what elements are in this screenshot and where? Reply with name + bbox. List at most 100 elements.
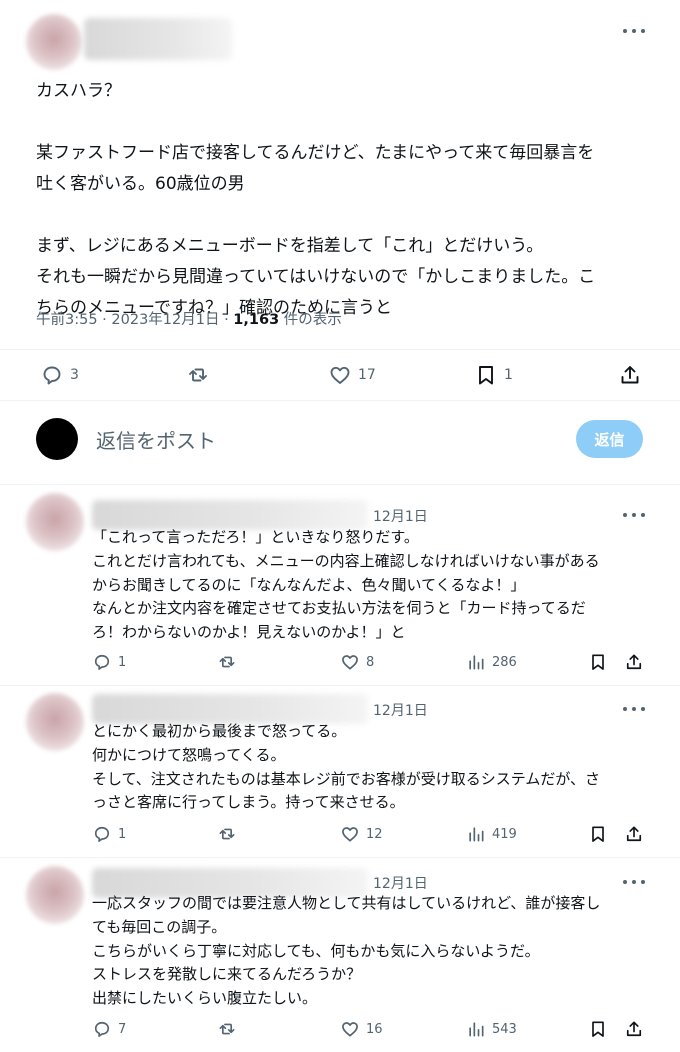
share-icon (626, 826, 642, 842)
comment-date[interactable]: 12月1日 (373, 873, 428, 893)
post-line: 吐く客がいる。60歳位の男 (36, 174, 245, 194)
views-button[interactable]: 286 (466, 652, 517, 672)
reply-count: 7 (118, 1021, 127, 1037)
more-dots-icon[interactable] (623, 511, 645, 519)
post-line (36, 107, 646, 138)
like-count: 8 (366, 654, 375, 670)
comment-line: そして、注文されたものは基本レジ前でお客様が受け取るシステムだが、さ (92, 769, 601, 788)
comment-text: 一応スタッフの間では要注意人物として共有はしているけれど、誰が接客し ても毎回こ… (92, 892, 652, 1011)
like-count: 17 (358, 367, 376, 383)
comment-line: 何かにつけて怒鳴ってくる。 (92, 745, 286, 764)
current-user-avatar[interactable] (36, 418, 78, 460)
reply-button[interactable]: 1 (92, 652, 126, 672)
share-icon (626, 1021, 642, 1037)
reply-bubble-icon (43, 366, 61, 385)
bookmark-button[interactable]: 1 (474, 363, 513, 387)
comment-line: 出禁にしたいくらい腹立たしい。 (92, 989, 318, 1008)
reply-submit-button[interactable]: 返信 (576, 420, 643, 458)
like-button[interactable]: 8 (340, 652, 374, 672)
repost-button[interactable] (217, 824, 237, 844)
repost-icon (219, 1023, 235, 1035)
post-line (36, 200, 646, 231)
comment-line: からお聞きしてるのに「なんなんだよ、色々聞いてくるなよ！」 (92, 575, 526, 594)
bookmark-count: 1 (504, 367, 513, 383)
more-dots-icon[interactable] (623, 705, 645, 713)
comment-date[interactable]: 12月1日 (373, 700, 428, 720)
comment-line: ても毎回この調子。 (92, 917, 227, 936)
post-meta: 午前3:55 · 2023年12月1日 · 1,163 件の表示 (36, 308, 342, 329)
post-text: カスハラ？ 某ファストフード店で接客してるんだけど、たまにやって来て毎回暴言を … (36, 76, 646, 324)
comment-line: っさと客席に行ってしまう。持って来させる。 (92, 793, 405, 812)
view-count: 419 (492, 826, 517, 842)
view-count: 543 (492, 1021, 517, 1037)
reply-bubble-icon (94, 1021, 110, 1037)
comment-avatar[interactable] (26, 493, 84, 551)
more-dots-icon[interactable] (623, 27, 645, 35)
comment-text: とにかく最初から最後まで怒ってる。 何かにつけて怒鳴ってくる。 そして、注文され… (92, 720, 652, 815)
heart-icon (330, 366, 350, 384)
reply-bubble-icon (94, 654, 110, 670)
view-count: 1,163 (233, 312, 280, 328)
comment-line: ろ！わからないのかよ！見えないのかよ！」と (92, 623, 406, 642)
bookmark-button[interactable] (588, 652, 608, 672)
reply-button[interactable]: 7 (92, 1019, 126, 1039)
repost-icon (219, 656, 235, 668)
bookmark-button[interactable] (588, 824, 608, 844)
share-button[interactable] (624, 652, 644, 672)
divider (0, 685, 680, 686)
view-count-suffix: 件の表示 (279, 312, 342, 328)
repost-button[interactable] (217, 1019, 237, 1039)
bookmark-button[interactable] (588, 1019, 608, 1039)
repost-button[interactable] (217, 652, 237, 672)
repost-icon (189, 368, 207, 382)
repost-button[interactable] (186, 363, 210, 387)
reply-button[interactable]: 3 (40, 363, 79, 387)
comment-date[interactable]: 12月1日 (373, 506, 428, 526)
divider (0, 484, 680, 485)
bookmark-icon (592, 654, 604, 670)
share-button[interactable] (624, 824, 644, 844)
reply-bubble-icon (94, 826, 110, 842)
comment-line: なんとか注文内容を確定させてお支払い方法を伺うと「カード持ってるだ (92, 599, 586, 618)
divider (0, 349, 680, 350)
divider (0, 400, 680, 401)
divider (0, 857, 680, 858)
more-dots-icon[interactable] (623, 878, 645, 886)
author-avatar[interactable] (26, 14, 82, 70)
comment-line: こちらがいくら丁寧に対応しても、何もかも気に入らないようだ。 (92, 941, 540, 960)
views-chart-icon (469, 827, 484, 842)
comment-line: ストレスを発散しに来てるんだろうか？ (92, 965, 362, 984)
post-timestamp[interactable]: 午前3:55 · 2023年12月1日 · (36, 312, 233, 328)
views-chart-icon (469, 655, 484, 670)
comment-avatar[interactable] (26, 693, 84, 751)
heart-icon (342, 827, 358, 842)
repost-icon (219, 828, 235, 840)
like-button[interactable]: 17 (328, 363, 376, 387)
comment-avatar[interactable] (26, 866, 84, 924)
comment-line: 「これって言っただろ！」といきなり怒りだす。 (92, 528, 419, 546)
like-count: 12 (366, 826, 383, 842)
bookmark-icon (592, 1021, 604, 1037)
like-button[interactable]: 12 (340, 824, 383, 844)
reply-button[interactable]: 1 (92, 824, 126, 844)
share-icon (626, 654, 642, 670)
post-line: カスハラ？ (36, 81, 121, 101)
views-button[interactable]: 543 (466, 1019, 517, 1039)
share-button[interactable] (618, 363, 642, 387)
comment-line: とにかく最初から最後まで怒ってる。 (92, 722, 347, 740)
heart-icon (342, 655, 358, 670)
heart-icon (342, 1022, 358, 1037)
post-line: それも一瞬だから見間違っていてはいけないので「かしこまりました。こ (36, 267, 596, 287)
author-name[interactable] (84, 18, 232, 60)
reply-input[interactable]: 返信をポスト (96, 425, 216, 454)
share-button[interactable] (624, 1019, 644, 1039)
reply-count: 1 (118, 654, 127, 670)
bookmark-icon (592, 826, 604, 842)
share-icon (621, 366, 639, 384)
view-count: 286 (492, 654, 517, 670)
like-button[interactable]: 16 (340, 1019, 383, 1039)
views-button[interactable]: 419 (466, 824, 517, 844)
bookmark-icon (479, 366, 493, 385)
comment-line: 一応スタッフの間では要注意人物として共有はしているけれど、誰が接客し (92, 894, 601, 912)
reply-count: 3 (70, 367, 79, 383)
